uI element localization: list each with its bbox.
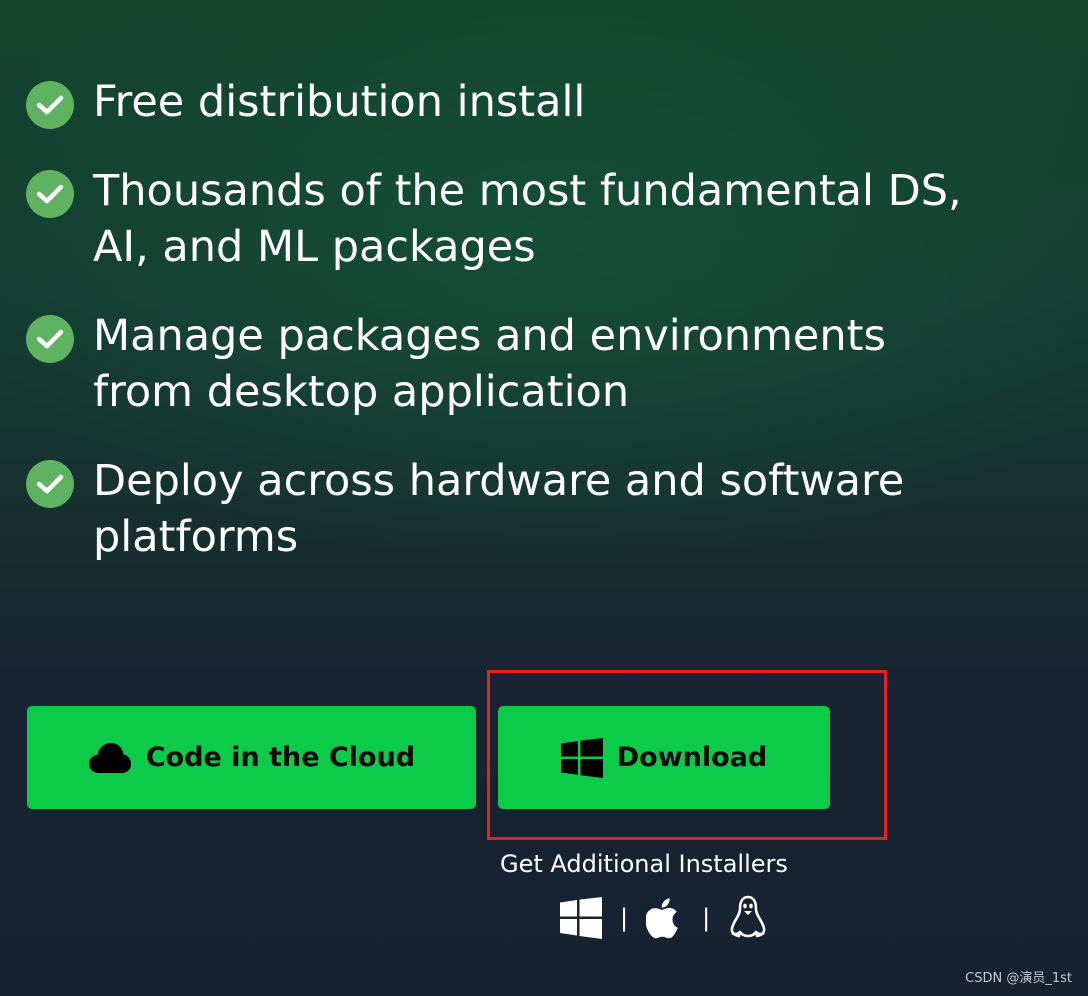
feature-item: Deploy across hardware and software plat… — [26, 453, 1066, 565]
linux-icon[interactable] — [728, 895, 768, 941]
windows-icon[interactable] — [560, 897, 602, 939]
feature-text: Manage packages and environments from de… — [93, 311, 886, 417]
check-icon — [26, 460, 74, 508]
separator: | — [620, 904, 629, 932]
additional-installers-label: Get Additional Installers — [500, 850, 788, 878]
check-icon — [26, 315, 74, 363]
feature-text: Free distribution install — [93, 77, 586, 127]
cloud-button-label: Code in the Cloud — [145, 742, 416, 773]
feature-item: Free distribution install — [26, 74, 1066, 130]
check-icon — [26, 81, 74, 129]
cloud-icon — [88, 742, 131, 773]
feature-text: Deploy across hardware and software plat… — [93, 456, 905, 562]
highlight-annotation-box — [487, 670, 887, 840]
feature-text: Thousands of the most fundamental DS, AI… — [93, 166, 962, 272]
code-in-the-cloud-button[interactable]: Code in the Cloud — [27, 706, 476, 809]
feature-item: Thousands of the most fundamental DS, AI… — [26, 163, 1066, 275]
watermark-text: CSDN @演员_1st — [965, 971, 1072, 986]
feature-list: Free distribution install Thousands of t… — [26, 74, 1066, 598]
feature-item: Manage packages and environments from de… — [26, 308, 1066, 420]
apple-icon[interactable] — [646, 896, 684, 940]
installer-os-icons: | | — [560, 895, 768, 941]
separator: | — [702, 904, 711, 932]
check-icon — [26, 170, 74, 218]
